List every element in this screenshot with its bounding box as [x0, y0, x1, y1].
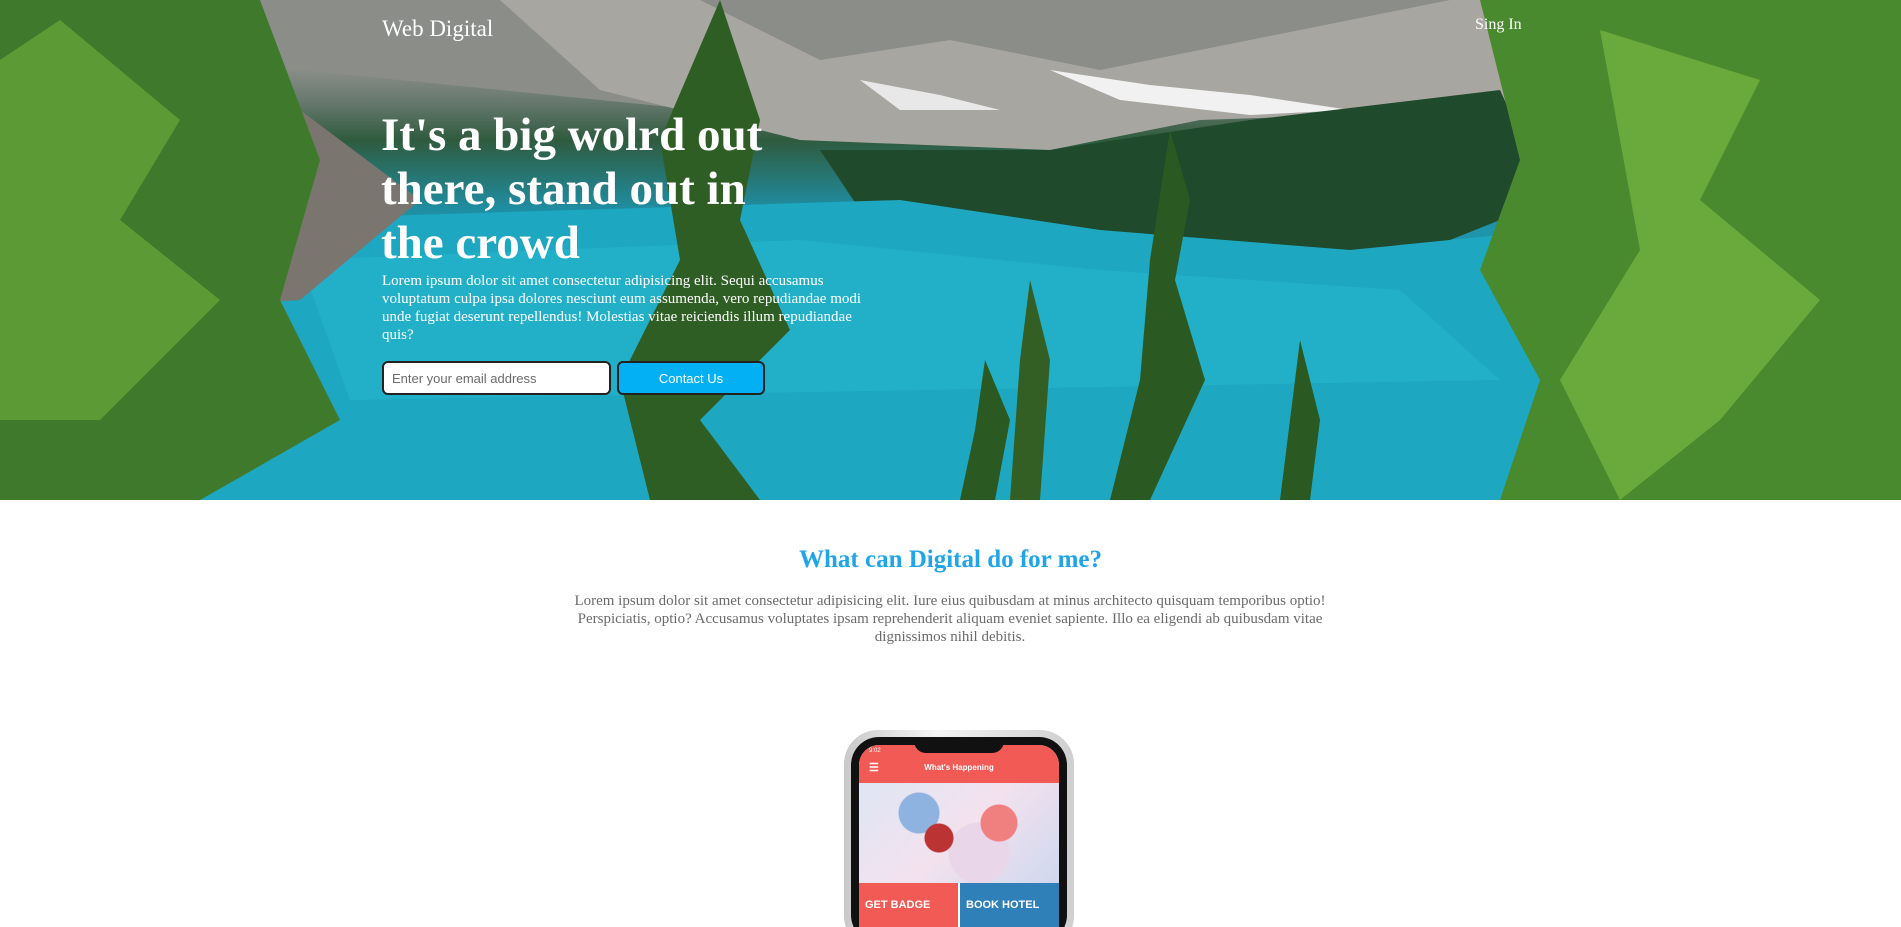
phone-notch: [914, 737, 1004, 753]
email-input[interactable]: [382, 361, 611, 395]
phone-artwork-image: [859, 783, 1059, 883]
hero-description: Lorem ipsum dolor sit amet consectetur a…: [382, 273, 862, 343]
phone-mockup: 9:02 ☰ What's Happening GET BADGE BOOK H…: [844, 730, 1074, 927]
phone-screen: 9:02 ☰ What's Happening GET BADGE BOOK H…: [859, 745, 1059, 927]
hero-banner: Web Digital Sing In It's a big wolrd out…: [0, 0, 1901, 500]
phone-app-title: What's Happening: [924, 763, 994, 772]
phone-app-bar: ☰ What's Happening: [859, 759, 1059, 783]
phone-tile-hotel: BOOK HOTEL: [960, 883, 1059, 927]
contact-us-button[interactable]: Contact Us: [617, 361, 765, 395]
brand-logo-text[interactable]: Web Digital: [382, 16, 493, 42]
feature-description: Lorem ipsum dolor sit amet consectetur a…: [574, 593, 1326, 645]
hero-background-image: [0, 0, 1901, 500]
sign-in-link[interactable]: Sing In: [1475, 16, 1522, 34]
hero-headline: It's a big wolrd out there, stand out in…: [381, 109, 763, 269]
phone-status-time: 9:02: [869, 748, 881, 754]
phone-tile-badge: GET BADGE: [859, 883, 960, 927]
feature-title: What can Digital do for me?: [799, 546, 1102, 573]
phone-bezel: 9:02 ☰ What's Happening GET BADGE BOOK H…: [851, 737, 1067, 927]
phone-tiles: GET BADGE BOOK HOTEL: [859, 883, 1059, 927]
hamburger-icon: ☰: [869, 762, 879, 774]
